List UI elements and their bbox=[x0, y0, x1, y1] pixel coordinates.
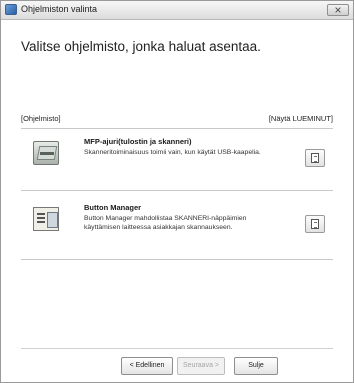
document-icon bbox=[311, 153, 319, 163]
installer-window: Ohjelmiston valinta Valitse ohjelmisto, … bbox=[0, 0, 354, 383]
close-button[interactable]: Sulje bbox=[234, 357, 278, 375]
item-title: MFP-ajuri(tulostin ja skanneri) bbox=[84, 137, 192, 146]
software-column-label: [Ohjelmisto] bbox=[21, 114, 61, 123]
footer-divider bbox=[21, 348, 333, 349]
next-button[interactable]: Seuraava > bbox=[177, 357, 225, 375]
item-description: Skanneritoiminaisuus toimii vain, kun kä… bbox=[84, 149, 261, 156]
app-icon bbox=[5, 4, 17, 15]
software-list-header: [Ohjelmisto] [Näytä LUEMINUT] bbox=[21, 114, 333, 126]
page-heading: Valitse ohjelmisto, jonka haluat asentaa… bbox=[21, 39, 261, 54]
scanner-icon[interactable] bbox=[33, 141, 59, 165]
document-icon bbox=[311, 219, 319, 229]
window-close-button[interactable] bbox=[327, 3, 349, 17]
item-title: Button Manager bbox=[84, 203, 142, 212]
button-manager-icon[interactable] bbox=[33, 207, 59, 231]
item-divider bbox=[21, 259, 333, 260]
software-item-mfp-driver[interactable]: MFP-ajuri(tulostin ja skanneri) Skanneri… bbox=[21, 135, 333, 185]
title-bar[interactable]: Ohjelmiston valinta bbox=[1, 1, 353, 20]
software-item-button-manager[interactable]: Button Manager Button Manager mahdollist… bbox=[21, 201, 333, 251]
back-button[interactable]: < Edellinen bbox=[121, 357, 173, 375]
item-divider bbox=[21, 190, 333, 191]
window-title: Ohjelmiston valinta bbox=[21, 4, 98, 14]
item-description: Button Manager mahdollistaa SKANNERI-näp… bbox=[84, 215, 247, 231]
readme-button-mfp-driver[interactable] bbox=[305, 149, 325, 167]
readme-column-label: [Näytä LUEMINUT] bbox=[268, 114, 333, 123]
header-divider bbox=[21, 128, 333, 129]
readme-button-button-manager[interactable] bbox=[305, 215, 325, 233]
